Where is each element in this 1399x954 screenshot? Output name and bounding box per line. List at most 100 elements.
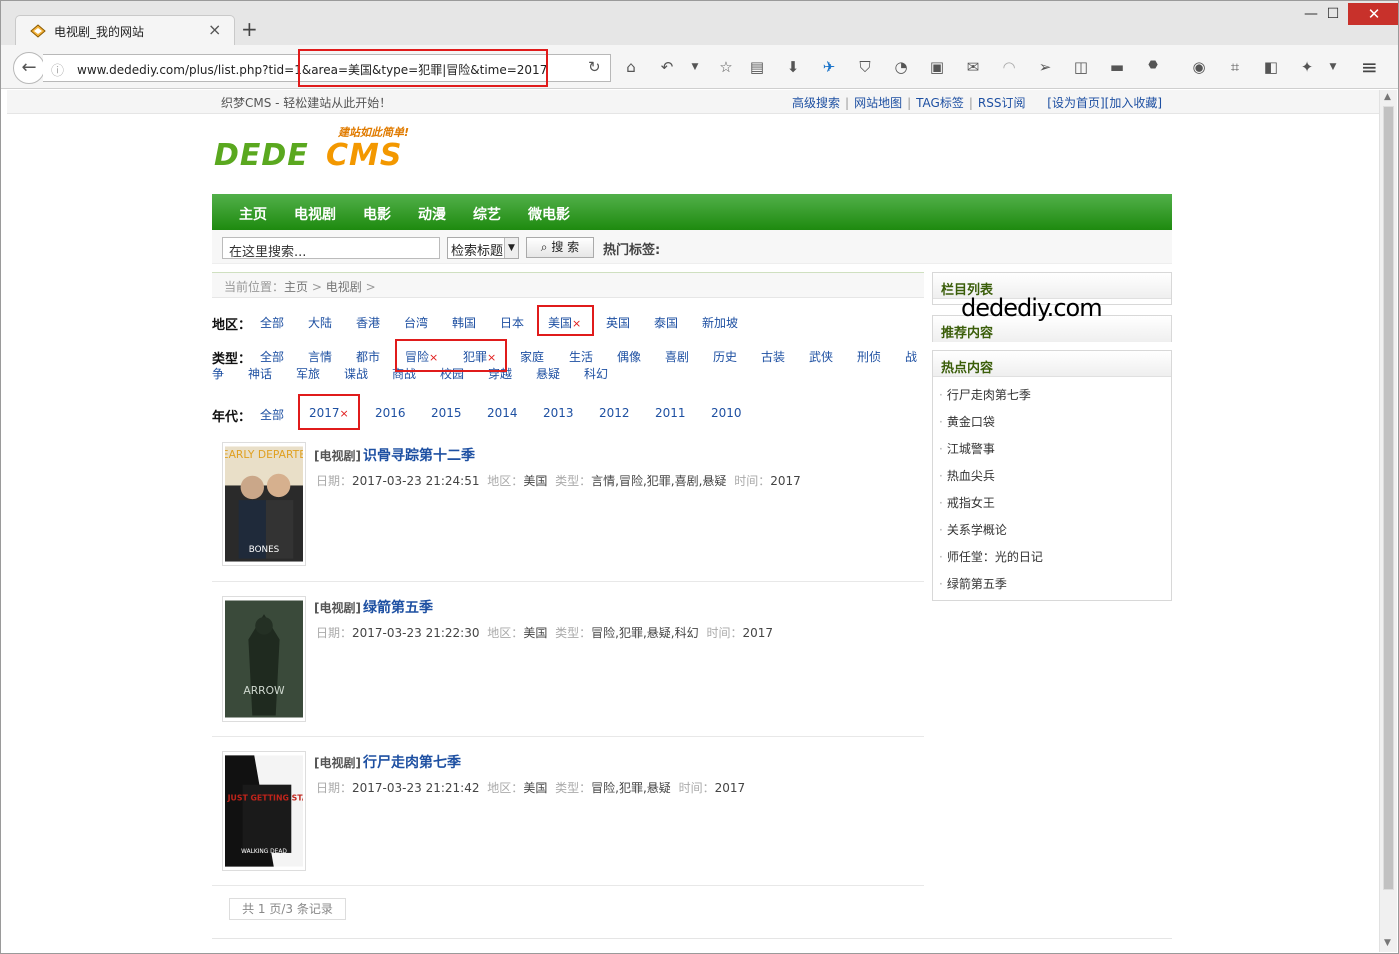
area-filter-item[interactable]: 泰国 xyxy=(654,314,678,331)
hot-list-item[interactable]: · 热血尖兵 xyxy=(939,467,1043,494)
undo-dropdown-icon[interactable]: ▼ xyxy=(685,62,705,72)
screenshot-icon[interactable]: ▣ xyxy=(927,58,947,76)
area-filter-item[interactable]: 香港 xyxy=(356,314,380,331)
crop-icon[interactable]: ⌗ xyxy=(1225,58,1245,76)
breadcrumb-home[interactable]: 主页 xyxy=(284,280,308,294)
type-filter-item[interactable]: 科幻 xyxy=(584,365,608,382)
menu-item-microfilm[interactable]: 微电影 xyxy=(528,204,570,224)
hot-list-item[interactable]: · 黄金口袋 xyxy=(939,413,1043,440)
hot-list-item[interactable]: · 行尸走肉第七季 xyxy=(939,386,1043,413)
menu-item-tv[interactable]: 电视剧 xyxy=(294,204,336,224)
type-filter-item[interactable]: 谍战 xyxy=(344,365,368,382)
hot-list-item[interactable]: · 师任堂：光的日记 xyxy=(939,548,1043,575)
area-filter-item[interactable]: 新加坡 xyxy=(702,314,738,331)
bookmark-star-icon[interactable]: ☆ xyxy=(716,58,736,76)
scroll-up-icon[interactable]: ▲ xyxy=(1384,92,1391,102)
site-info-icon[interactable]: ⓘ xyxy=(51,60,64,79)
type-filter-item[interactable]: 悬疑 xyxy=(536,365,560,382)
globe-icon[interactable]: ◉ xyxy=(1189,58,1209,76)
type-filter-item[interactable]: 偶像 xyxy=(617,348,641,365)
hamburger-menu-icon[interactable]: ≡ xyxy=(1361,55,1378,79)
area-filter-item[interactable]: 英国 xyxy=(606,314,630,331)
area-filter-item[interactable]: 日本 xyxy=(500,314,524,331)
reading-list-icon[interactable]: ▤ xyxy=(747,58,767,76)
sitemap-link[interactable]: 网站地图 xyxy=(854,96,902,110)
back-button[interactable]: ← xyxy=(13,52,45,84)
time-filter-item[interactable]: 2015 xyxy=(431,406,462,420)
overflow-dropdown-icon[interactable]: ▼ xyxy=(1323,62,1343,72)
type-filter-item[interactable]: 武侠 xyxy=(809,348,833,365)
hot-list-item[interactable]: · 绿箭第五季 xyxy=(939,575,1043,602)
type-filter-item[interactable]: 神话 xyxy=(248,365,272,382)
menu-item-anime[interactable]: 动漫 xyxy=(418,204,446,224)
pocket-icon[interactable]: ⛉ xyxy=(855,58,875,76)
mail-icon[interactable]: ✉ xyxy=(963,58,983,76)
item-title-link[interactable]: 识骨寻踪第十二季 xyxy=(363,448,475,464)
type-filter-item[interactable]: 生活 xyxy=(569,348,593,365)
type-filter-item[interactable]: 家庭 xyxy=(520,348,544,365)
area-filter-item[interactable]: 大陆 xyxy=(308,314,332,331)
home-icon[interactable]: ⌂ xyxy=(621,58,641,76)
time-filter-item[interactable]: 2016 xyxy=(375,406,406,420)
item-category[interactable]: [电视剧] xyxy=(314,601,361,615)
type-filter-item[interactable]: 全部 xyxy=(260,348,284,365)
poster-thumbnail[interactable]: ARROW xyxy=(222,596,306,722)
type-filter-item[interactable]: 言情 xyxy=(308,348,332,365)
type-filter-item-wrapped[interactable]: 战 xyxy=(905,348,917,365)
rss-link[interactable]: RSS订阅 xyxy=(978,96,1026,110)
breadcrumb-current[interactable]: 电视剧 xyxy=(326,280,362,294)
hot-list-item[interactable]: · 关系学概论 xyxy=(939,521,1043,548)
area-filter-item[interactable]: 全部 xyxy=(260,314,284,331)
site-logo[interactable]: 建站如此简单! DEDE CMS xyxy=(214,124,430,180)
scrollbar-thumb[interactable] xyxy=(1383,106,1394,890)
folder-icon[interactable]: ▬ xyxy=(1107,58,1127,76)
browser-tab[interactable]: 电视剧_我的网站 × xyxy=(15,15,235,45)
tab-close-icon[interactable]: × xyxy=(208,20,221,39)
poster-thumbnail[interactable]: NEARLY DEPARTED BONES xyxy=(214,442,314,566)
item-category[interactable]: [电视剧] xyxy=(314,449,361,463)
add-favorite-link[interactable]: [加入收藏] xyxy=(1105,96,1162,110)
extension-icon[interactable]: ✦ xyxy=(1297,58,1317,76)
time-filter-item[interactable]: 2011 xyxy=(655,406,686,420)
time-filter-item[interactable]: 2012 xyxy=(599,406,630,420)
area-filter-item[interactable]: 台湾 xyxy=(404,314,428,331)
menu-item-variety[interactable]: 综艺 xyxy=(473,204,501,224)
time-filter-item[interactable]: 2013 xyxy=(543,406,574,420)
type-filter-item[interactable]: 古装 xyxy=(761,348,785,365)
sidebar-icon[interactable]: ◫ xyxy=(1071,58,1091,76)
set-home-link[interactable]: [设为首页] xyxy=(1047,96,1104,110)
scroll-down-icon[interactable]: ▼ xyxy=(1384,938,1391,948)
search-input[interactable]: 在这里搜索... xyxy=(222,237,440,260)
type-filter-item-wrapped[interactable]: 争 xyxy=(212,365,224,382)
reader-view-icon[interactable]: ◧ xyxy=(1261,58,1281,76)
hot-list-item[interactable]: · 戒指女王 xyxy=(939,494,1043,521)
time-filter-item[interactable]: 2010 xyxy=(711,406,742,420)
bird-extension-icon[interactable]: ✈ xyxy=(819,58,839,76)
poster-thumbnail[interactable]: WE'RE JUST GETTING STARTED WALKING DEAD xyxy=(197,751,331,871)
time-filter-item[interactable]: 2014 xyxy=(487,406,518,420)
undo-icon[interactable]: ↶ xyxy=(657,58,677,76)
send-icon[interactable]: ➢ xyxy=(1035,58,1055,76)
item-title-link[interactable]: 绿箭第五季 xyxy=(363,600,433,616)
new-tab-icon[interactable]: + xyxy=(241,17,258,41)
search-type-select[interactable]: 检索标题 ▼ xyxy=(447,237,519,259)
item-title-link[interactable]: 行尸走肉第七季 xyxy=(363,755,461,771)
window-close-icon[interactable]: ✕ xyxy=(1348,3,1398,25)
tag-link[interactable]: TAG标签 xyxy=(916,96,964,110)
type-filter-item[interactable]: 军旅 xyxy=(296,365,320,382)
time-filter-item[interactable]: 全部 xyxy=(260,406,284,423)
menu-item-home[interactable]: 主页 xyxy=(239,204,267,224)
hot-list-item[interactable]: · 江城警事 xyxy=(939,440,1043,467)
type-filter-item[interactable]: 刑侦 xyxy=(857,348,881,365)
reload-icon[interactable]: ↻ xyxy=(588,58,601,76)
advanced-search-link[interactable]: 高级搜索 xyxy=(792,96,840,110)
download-icon[interactable]: ⬇ xyxy=(783,58,803,76)
maximize-icon[interactable]: ☐ xyxy=(1313,3,1353,25)
type-filter-item[interactable]: 历史 xyxy=(713,348,737,365)
menu-item-movie[interactable]: 电影 xyxy=(363,204,391,224)
area-filter-item[interactable]: 韩国 xyxy=(452,314,476,331)
item-category[interactable]: [电视剧] xyxy=(314,756,361,770)
vertical-scrollbar[interactable]: ▲ ▼ xyxy=(1379,90,1397,952)
search-button[interactable]: ⌕ 搜 索 xyxy=(526,237,594,258)
type-filter-item[interactable]: 喜剧 xyxy=(665,348,689,365)
